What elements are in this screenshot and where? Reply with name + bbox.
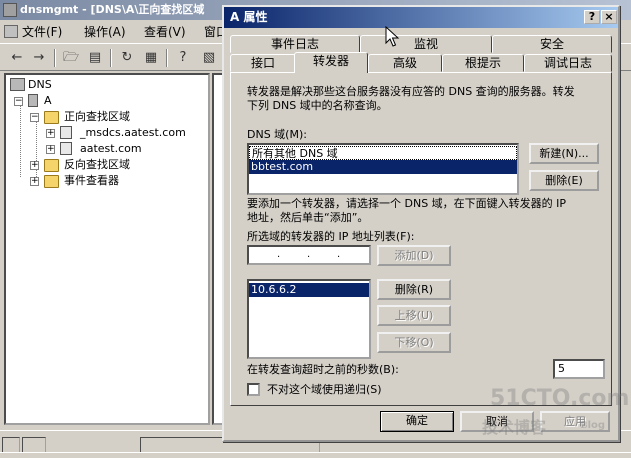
tab-debug-logging[interactable]: 调试日志	[524, 54, 612, 72]
close-button[interactable]: ×	[601, 10, 617, 24]
list-item[interactable]: 所有其他 DNS 域	[249, 146, 517, 160]
new-domain-button[interactable]: 新建(N)...	[529, 143, 599, 164]
move-up-button[interactable]: 上移(U)	[377, 305, 451, 326]
timeout-label: 在转发查询超时之前的秒数(B):	[247, 363, 399, 376]
description-line-2: 下列 DNS 域中的名称查询。	[247, 99, 388, 112]
folder-open-icon	[44, 111, 59, 124]
menu-view[interactable]: 查看(V)	[144, 23, 186, 40]
delete-forwarder-button[interactable]: 删除(R)	[377, 279, 451, 300]
watermark-site: 51CTO.com	[490, 386, 630, 411]
tab-root-hints[interactable]: 根提示	[442, 54, 524, 72]
tab-monitoring[interactable]: 监视	[360, 35, 492, 53]
no-recursion-checkbox[interactable]	[247, 383, 260, 396]
properties-dialog: A 属性 ? × 事件日志 监视 安全 接口 转发器 高级 根提示 调试日志 转…	[222, 5, 620, 442]
tree-node-dns[interactable]: DNS	[8, 77, 198, 93]
tree-node-forward-zones[interactable]: − 正向查找区域	[8, 109, 198, 125]
server-icon	[28, 94, 38, 107]
tab-event-log[interactable]: 事件日志	[230, 35, 360, 53]
tree-node-reverse-zones[interactable]: + 反向查找区域	[8, 157, 198, 173]
watermark-blog: Blog	[580, 420, 606, 431]
zone-icon	[60, 142, 72, 155]
tab-forwarders[interactable]: 转发器	[294, 52, 368, 73]
forwarders-tab-panel: 转发器是解决那些这台服务器没有应答的 DNS 查询的服务器。转发 下列 DNS …	[230, 72, 612, 406]
refresh-icon[interactable]: ↻	[116, 48, 138, 68]
description-line-1: 转发器是解决那些这台服务器没有应答的 DNS 查询的服务器。转发	[247, 85, 575, 98]
ip-list-label: 所选域的转发器的 IP 地址列表(F):	[247, 230, 415, 243]
dialog-titlebar: A 属性 ? ×	[224, 7, 618, 28]
tab-advanced[interactable]: 高级	[368, 54, 442, 72]
no-recursion-label: 不对这个域使用递归(S)	[267, 383, 382, 396]
up-folder-icon[interactable]: 🗁	[60, 48, 82, 68]
taskbar-strip	[0, 452, 631, 458]
tab-interfaces[interactable]: 接口	[230, 54, 296, 72]
collapse-icon[interactable]: −	[30, 113, 39, 122]
forwarder-ip-list[interactable]: 10.6.6.2	[247, 279, 371, 359]
dialog-title: A 属性	[230, 10, 268, 24]
delete-domain-button[interactable]: 删除(E)	[529, 170, 599, 191]
properties-icon[interactable]: ▧	[198, 48, 220, 68]
dns-domain-list[interactable]: 所有其他 DNS 域 bbtest.com	[247, 143, 519, 195]
collapse-icon[interactable]: −	[14, 97, 23, 106]
add-forwarder-button[interactable]: 添加(D)	[377, 245, 451, 266]
folder-icon	[44, 159, 59, 172]
console-tree: DNS − A − 正向查找区域 + _msdcs.aatest.com + a…	[4, 73, 210, 425]
add-hint-line-2: 地址，然后单击“添加”。	[247, 211, 369, 224]
back-arrow-icon[interactable]: ←	[6, 48, 28, 68]
move-down-button[interactable]: 下移(O)	[377, 332, 451, 353]
zone-icon	[60, 126, 72, 139]
ok-button[interactable]: 确定	[380, 411, 454, 432]
help-icon[interactable]: ?	[172, 48, 194, 68]
dns-manager-title: dnsmgmt - [DNS\A\正向查找区域	[20, 3, 205, 16]
tree-node-zone-aatest[interactable]: + aatest.com	[8, 141, 198, 157]
list-item-selected[interactable]: 10.6.6.2	[249, 283, 369, 297]
help-button[interactable]: ?	[584, 10, 600, 24]
tree-node-zone-msdcs[interactable]: + _msdcs.aatest.com	[8, 125, 198, 141]
tree-node-event-viewer[interactable]: + 事件查看器	[8, 173, 198, 189]
tab-security[interactable]: 安全	[492, 35, 612, 53]
forward-arrow-icon[interactable]: →	[28, 48, 50, 68]
mmc-console-icon	[4, 25, 18, 38]
mouse-cursor-icon	[385, 26, 400, 47]
show-tree-icon[interactable]: ▤	[84, 48, 106, 68]
menu-action[interactable]: 操作(A)	[84, 23, 126, 40]
add-hint-line-1: 要添加一个转发器，请选择一个 DNS 域，在下面键入转发器的 IP	[247, 197, 567, 210]
dns-root-icon	[10, 78, 25, 91]
tree-node-server[interactable]: − A	[8, 93, 198, 109]
watermark-blog-cn: 技术博客	[482, 418, 547, 437]
ip-address-input[interactable]: . . .	[247, 245, 371, 265]
expand-icon[interactable]: +	[30, 177, 39, 186]
dns-app-icon	[3, 3, 17, 17]
event-viewer-icon	[44, 175, 59, 188]
list-item-selected[interactable]: bbtest.com	[249, 160, 517, 174]
expand-icon[interactable]: +	[46, 145, 55, 154]
menu-file[interactable]: 文件(F)	[4, 23, 62, 40]
timeout-seconds-input[interactable]: 5	[553, 359, 605, 379]
export-icon[interactable]: ▦	[140, 48, 162, 68]
dns-domain-label: DNS 域(M):	[247, 128, 307, 141]
expand-icon[interactable]: +	[46, 129, 55, 138]
expand-icon[interactable]: +	[30, 161, 39, 170]
